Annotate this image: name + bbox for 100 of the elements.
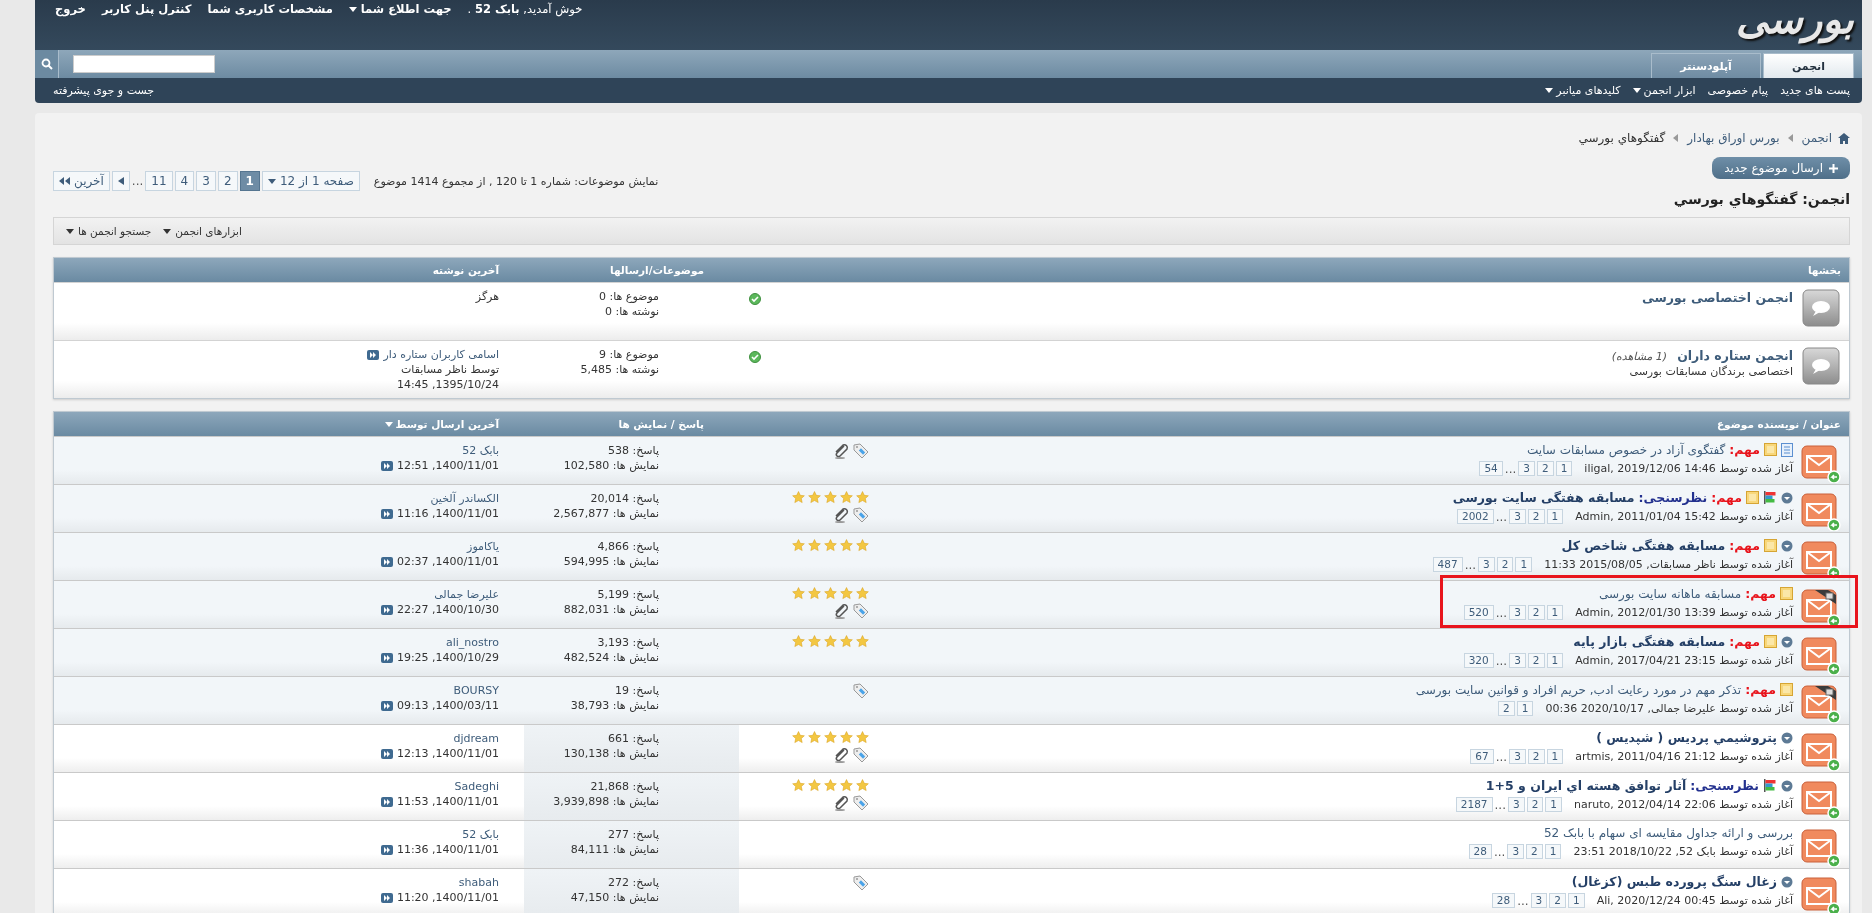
page-link[interactable]: 67 — [1470, 749, 1494, 764]
jump-icon[interactable] — [380, 652, 393, 663]
subnav-link[interactable]: ابزار انجمن — [1632, 84, 1696, 97]
home-icon[interactable] — [1838, 132, 1850, 144]
site-logo[interactable]: بورسی — [1736, 0, 1854, 42]
envelope-icon[interactable] — [1801, 731, 1841, 771]
topic-title[interactable]: بررسی و ارائه جداول مقایسه ای سهام با بابک 52 — [1543, 826, 1793, 840]
page-link[interactable]: 2 — [1536, 461, 1554, 476]
page-link[interactable]: 2 — [1526, 797, 1544, 812]
page-link[interactable]: 54 — [1479, 461, 1503, 476]
topic-title[interactable]: مسابقه هفتگی بازار پایه — [1573, 634, 1726, 649]
page-link[interactable]: 1 — [1515, 557, 1533, 572]
page-link[interactable]: 2002 — [1456, 509, 1494, 524]
subnav-link[interactable]: پست های جدید — [1780, 84, 1850, 97]
forum-name[interactable]: انجمن اختصاصی بورسی — [1641, 290, 1793, 305]
jump-icon[interactable] — [380, 556, 393, 567]
last-page-button[interactable]: آخرین — [53, 171, 110, 191]
tool-menu[interactable]: ابزارهای انجمن — [163, 225, 242, 237]
envelope-icon[interactable] — [1801, 827, 1841, 867]
page-link[interactable]: 1 — [1545, 797, 1563, 812]
nav-tab[interactable]: انجمن — [1762, 53, 1854, 78]
next-page-button[interactable] — [111, 171, 130, 191]
last-poster[interactable]: BOURSY — [54, 684, 499, 697]
jump-icon[interactable] — [380, 508, 393, 519]
jump-icon[interactable] — [380, 700, 393, 711]
page-link[interactable]: 3 — [196, 171, 216, 191]
page-link[interactable]: 1 — [1546, 509, 1564, 524]
locked-envelope-icon[interactable] — [1801, 587, 1841, 627]
page-link[interactable]: 3 — [1509, 653, 1526, 668]
jump-icon[interactable] — [380, 604, 393, 615]
topic-title[interactable]: تذکر مهم در مورد رعایت ادب, حریم افراد و قوانین سایت بورسی — [1415, 682, 1742, 697]
advanced-search-link[interactable]: جست و جوی پیشرفته — [53, 84, 155, 97]
page-link[interactable]: 2 — [1527, 653, 1545, 668]
page-link[interactable]: 1 — [1546, 605, 1564, 620]
jump-icon[interactable] — [380, 892, 393, 903]
page-link[interactable]: 1 — [1546, 653, 1564, 668]
new-post-icon[interactable] — [1781, 635, 1793, 648]
page-link[interactable]: 1 — [1544, 844, 1562, 859]
envelope-icon[interactable] — [1801, 539, 1841, 579]
subnav-link[interactable]: کلیدهای میانبر — [1545, 84, 1621, 97]
page-link[interactable]: 1 — [1516, 701, 1534, 716]
last-post-title[interactable]: اسامی کاربران ستاره دار — [383, 348, 499, 361]
page-link[interactable]: 3 — [1530, 893, 1548, 908]
page-link[interactable]: 2 — [1527, 605, 1545, 620]
page-link[interactable]: 320 — [1463, 653, 1494, 668]
page-link[interactable]: 2 — [1549, 893, 1566, 908]
topic-title[interactable]: زغال سنگ پرورده طبس (کزغال) — [1571, 874, 1777, 889]
last-poster[interactable]: الکساندر آلخین — [54, 492, 499, 505]
new-post-icon[interactable] — [1781, 731, 1793, 744]
page-link[interactable]: 2187 — [1455, 797, 1493, 812]
page-menu[interactable]: صفحه 1 از 12 — [261, 171, 360, 191]
page-link[interactable]: 1 — [1555, 461, 1573, 476]
page-link[interactable]: 3 — [1509, 605, 1526, 620]
new-post-icon[interactable] — [1781, 491, 1793, 504]
tool-menu[interactable]: جستجو انجمن ها — [66, 225, 152, 237]
topic-title[interactable]: پتروشيمي پرديس ( شپديس ) — [1596, 730, 1777, 745]
user-link[interactable]: خروج — [55, 2, 86, 16]
page-link[interactable]: 2 — [1526, 844, 1543, 859]
last-poster[interactable]: بابک 52 — [54, 444, 499, 457]
page-link[interactable]: 28 — [1491, 893, 1516, 908]
envelope-icon[interactable] — [1801, 443, 1841, 483]
page-link[interactable]: 3 — [1507, 844, 1525, 859]
search-button[interactable] — [35, 50, 59, 78]
page-link[interactable]: 3 — [1509, 509, 1526, 524]
envelope-icon[interactable] — [1801, 875, 1841, 913]
topic-title[interactable]: مسابقه ماهانه سایت بورسی — [1599, 586, 1742, 601]
last-poster[interactable]: Sadeghi — [54, 780, 499, 793]
topic-title[interactable]: مسابقه هفتگی سایت بورسی — [1452, 490, 1635, 505]
page-link[interactable]: 2 — [217, 171, 238, 191]
jump-icon[interactable] — [380, 796, 393, 807]
last-poster[interactable]: بابک 52 — [54, 828, 499, 841]
topic-title[interactable]: آثار توافق هسته اي ايران و 5+1 — [1485, 778, 1687, 793]
new-topic-button[interactable]: ارسال موضوع جدید — [1712, 157, 1850, 179]
envelope-icon[interactable] — [1801, 635, 1841, 675]
breadcrumb-link[interactable]: انجمن — [1801, 131, 1832, 145]
page-link[interactable]: 2 — [1527, 749, 1545, 764]
page-link[interactable]: 11 — [145, 171, 173, 191]
page-link[interactable]: 1 — [1546, 749, 1564, 764]
page-link[interactable]: 3 — [1518, 461, 1535, 476]
page-link[interactable]: 2 — [1527, 509, 1545, 524]
page-link[interactable]: 1 — [239, 171, 260, 191]
new-post-icon[interactable] — [1781, 779, 1793, 792]
jump-icon[interactable] — [380, 844, 393, 855]
page-link[interactable]: 2 — [1498, 701, 1515, 716]
jump-icon[interactable] — [380, 460, 393, 471]
last-poster[interactable]: ali_nostro — [54, 636, 499, 649]
user-link[interactable]: کنترل پنل کاربر — [101, 2, 192, 16]
page-link[interactable]: 487 — [1432, 557, 1463, 572]
page-link[interactable]: 28 — [1468, 844, 1492, 859]
last-poster[interactable]: علیرضا جمالی — [54, 588, 499, 601]
topic-title[interactable]: مسابقه هفتگی شاخص کل — [1561, 538, 1726, 553]
envelope-icon[interactable] — [1801, 779, 1841, 819]
last-poster[interactable]: djdream — [54, 732, 499, 745]
page-link[interactable]: 4 — [174, 171, 195, 191]
envelope-icon[interactable] — [1801, 491, 1841, 531]
page-link[interactable]: 3 — [1478, 557, 1495, 572]
new-post-icon[interactable] — [1781, 875, 1793, 888]
new-post-icon[interactable] — [1781, 539, 1793, 552]
page-link[interactable]: 520 — [1463, 605, 1494, 620]
last-poster[interactable]: shabah — [54, 876, 499, 889]
